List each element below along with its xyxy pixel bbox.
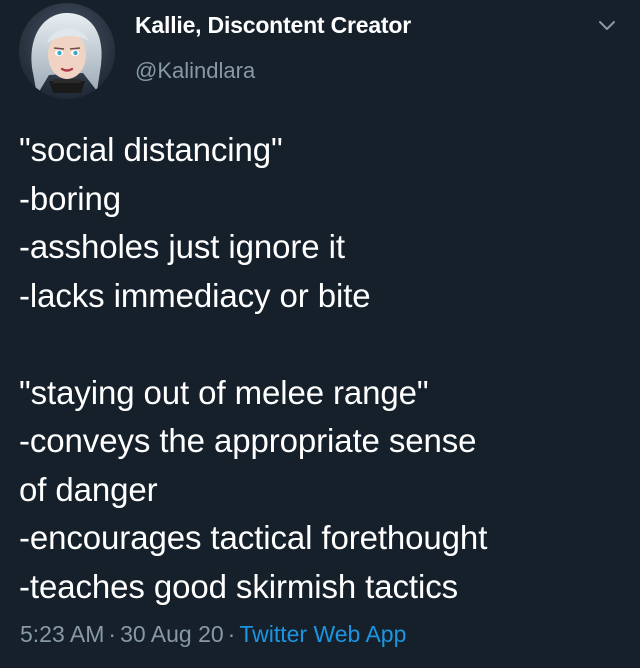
avatar[interactable] (19, 3, 115, 99)
tweet-time[interactable]: 5:23 AM (20, 621, 104, 647)
tweet-line: -lacks immediacy or bite (19, 276, 371, 314)
tweet-line: -conveys the appropriate sense (19, 422, 477, 459)
tweet-card: Kallie, Discontent Creator @Kalindlara "… (0, 0, 640, 668)
tweet-line: -boring (19, 179, 122, 217)
tweet-line: of danger (19, 470, 158, 508)
tweet-line: "social distancing" (19, 131, 283, 168)
tweet-metadata: 5:23 AM · 30 Aug 20 · Twitter Web App (20, 621, 406, 648)
tweet-text: "social distancing" -boring -assholes ju… (19, 126, 634, 611)
author-handle[interactable]: @Kalindlara (135, 58, 255, 84)
tweet-line: -encourages tactical forethought (19, 519, 488, 556)
chevron-down-icon[interactable] (594, 12, 620, 38)
author-display-name[interactable]: Kallie, Discontent Creator (135, 12, 411, 39)
separator: · (227, 621, 236, 647)
avatar-portrait (19, 3, 115, 99)
tweet-source-link[interactable]: Twitter Web App (239, 621, 406, 647)
separator: · (108, 621, 117, 647)
tweet-line: "staying out of melee range" (19, 373, 429, 411)
tweet-date[interactable]: 30 Aug 20 (120, 621, 224, 647)
tweet-line: -teaches good skirmish tactics (19, 567, 459, 605)
tweet-line: -assholes just ignore it (19, 228, 345, 265)
